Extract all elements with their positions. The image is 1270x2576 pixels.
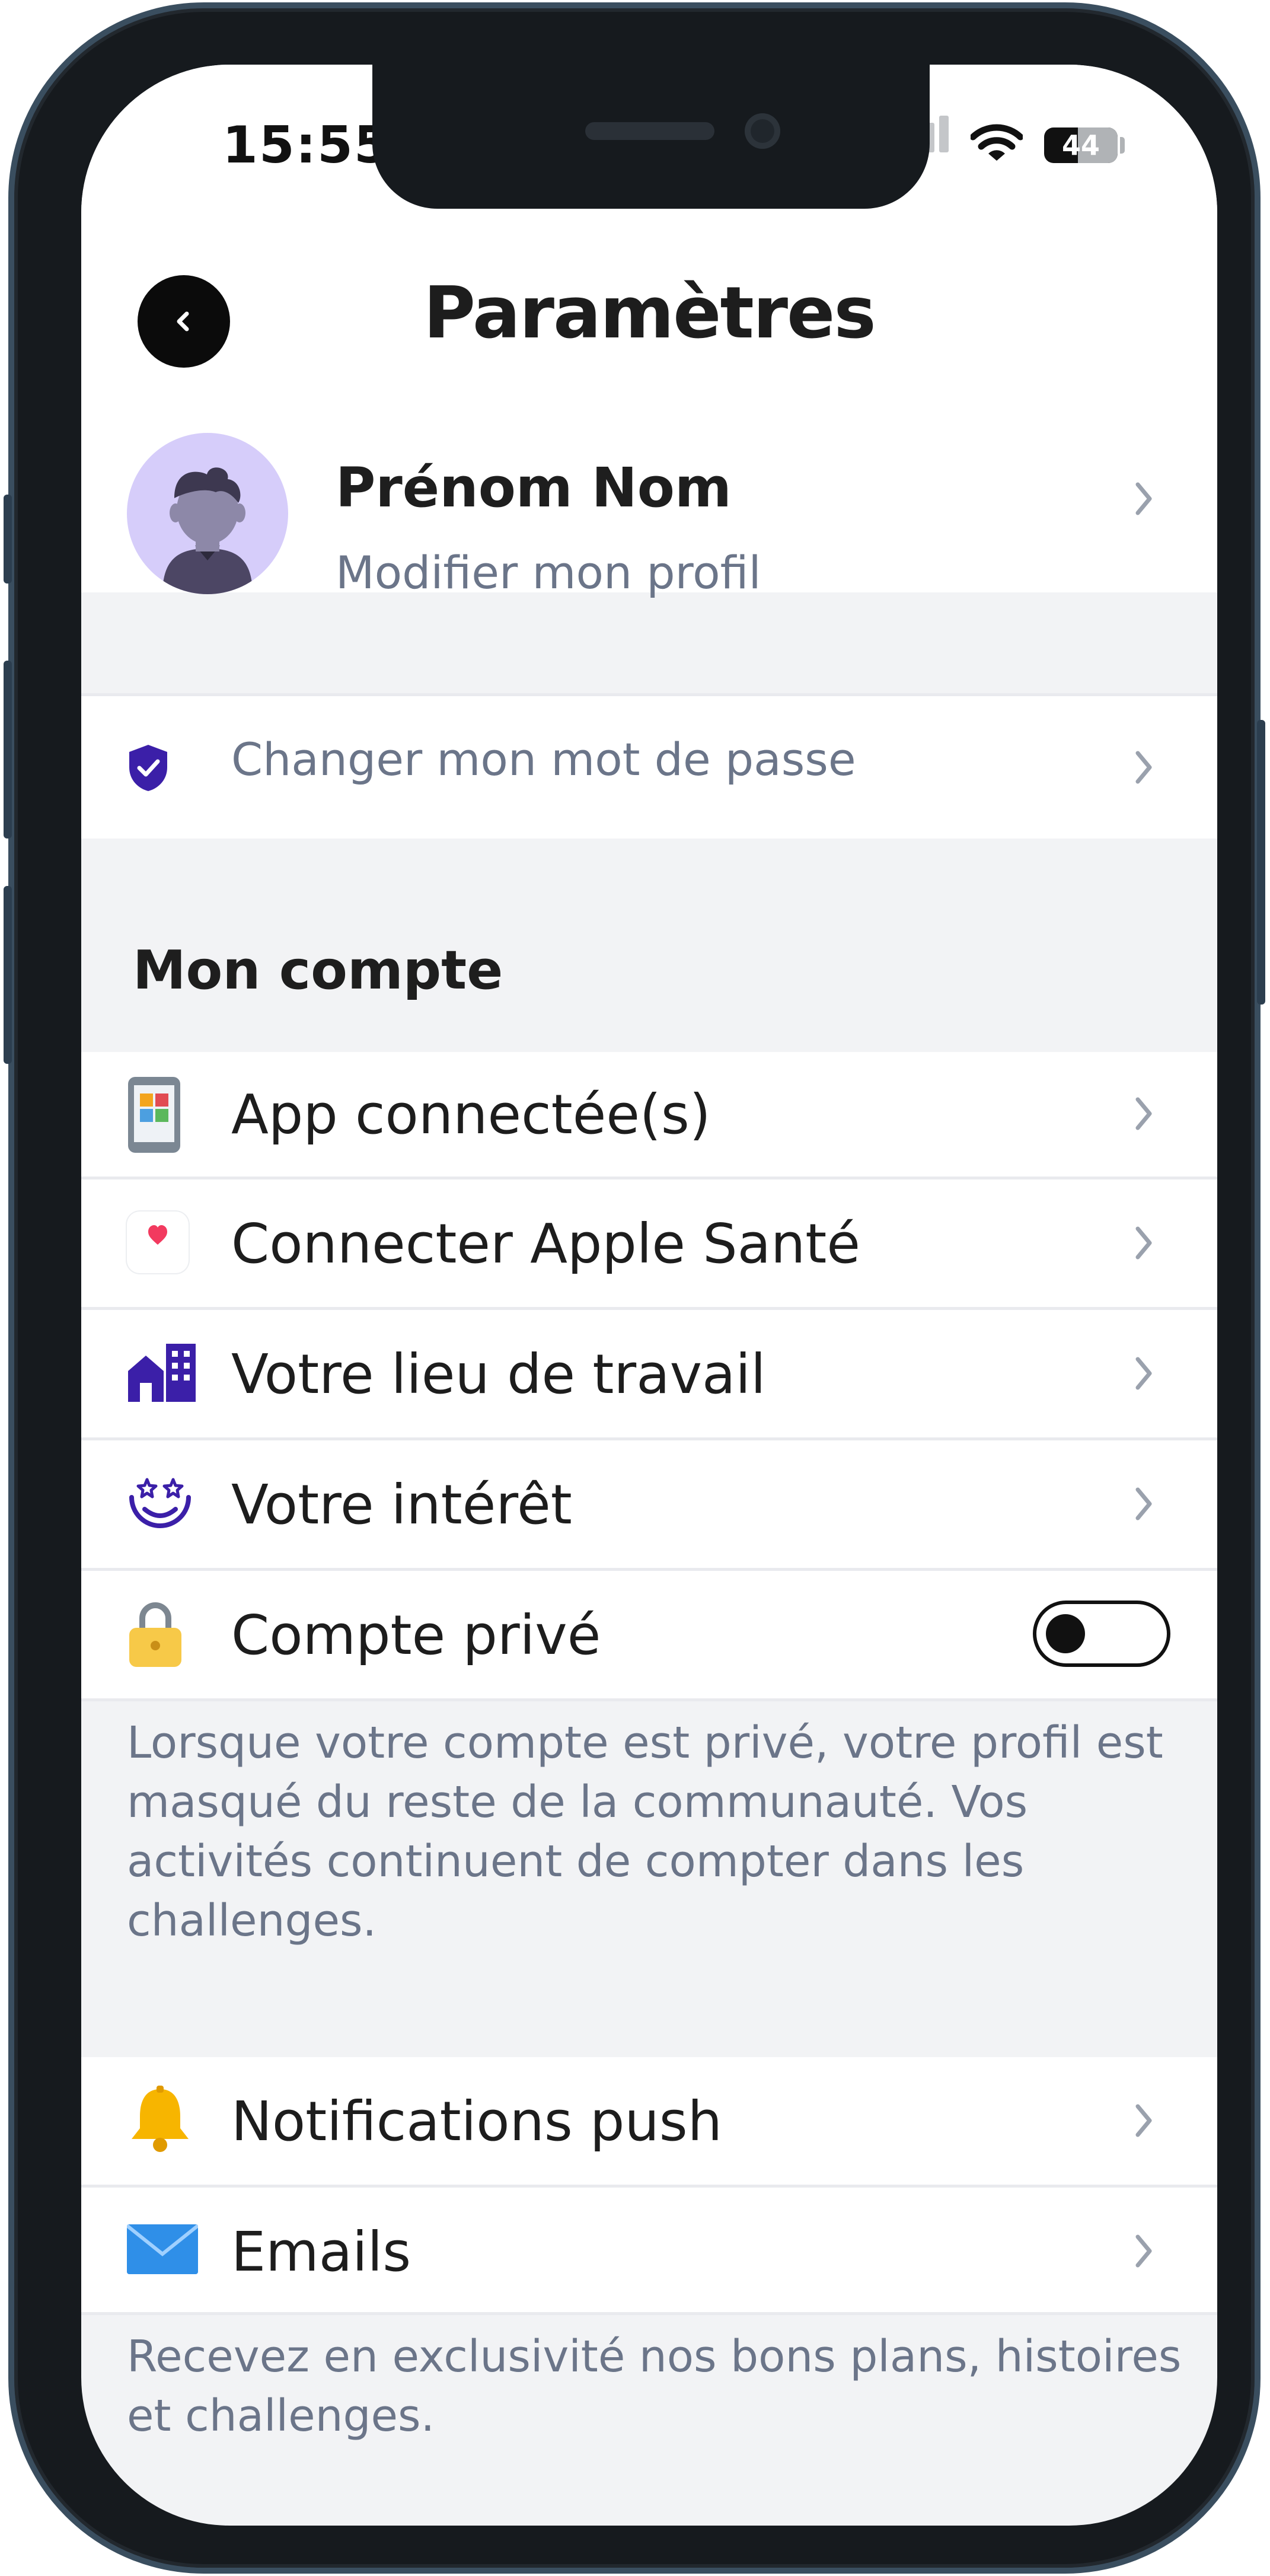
interest-label: Votre intérêt: [231, 1473, 572, 1536]
shield-icon: [129, 745, 167, 791]
chevron-right-icon: [1135, 2234, 1152, 2268]
section-title-mon-compte: Mon compte: [133, 939, 503, 1002]
header: Paramètres: [81, 207, 1217, 409]
divider: [81, 1698, 1217, 1701]
profile-row[interactable]: Prénom Nom Modifier mon profil: [81, 409, 1217, 599]
emails-label: Emails: [231, 2220, 411, 2284]
private-account-note: Lorsque votre compte est privé, votre pr…: [127, 1717, 1163, 1946]
workplace-row[interactable]: Votre lieu de travail: [81, 1310, 1217, 1437]
power-button: [1257, 720, 1265, 1005]
apple-health-row[interactable]: Connecter Apple Santé: [81, 1179, 1217, 1307]
battery-icon: 44: [1044, 127, 1118, 163]
edit-profile-link: Modifier mon profil: [336, 546, 761, 599]
battery-cap: [1120, 137, 1125, 154]
bell-icon: [132, 2086, 189, 2152]
push-notifications-row[interactable]: Notifications push: [81, 2057, 1217, 2185]
apple-health-icon: [127, 1212, 189, 1273]
profile-name: Prénom Nom: [336, 456, 732, 519]
connected-apps-label: App connectée(s): [231, 1083, 711, 1146]
push-notifications-label: Notifications push: [231, 2090, 722, 2153]
lock-icon: [129, 1602, 181, 1667]
private-account-label: Compte privé: [231, 1603, 601, 1667]
connected-apps-row[interactable]: App connectée(s): [81, 1052, 1217, 1177]
toggle-knob: [1046, 1614, 1085, 1653]
screen: 15:55 44 Paramètres Prénom Nom Modifier …: [81, 65, 1217, 2526]
notch: [372, 65, 930, 209]
workplace-label: Votre lieu de travail: [231, 1343, 766, 1406]
chevron-right-icon: [1135, 2104, 1152, 2137]
avatar: [127, 433, 288, 594]
private-account-toggle[interactable]: [1033, 1601, 1170, 1667]
chevron-right-icon: [1135, 1226, 1152, 1260]
user-avatar-icon: [162, 467, 253, 594]
envelope-icon: [127, 2224, 198, 2274]
connected-app-icon: [128, 1077, 180, 1153]
settings-content: Paramètres Prénom Nom Modifier mon profi…: [81, 207, 1217, 2441]
change-password-row[interactable]: Changer mon mot de passe: [81, 696, 1217, 839]
chevron-right-icon: [1135, 1097, 1152, 1130]
chevron-right-icon: [1135, 482, 1152, 515]
change-password-label: Changer mon mot de passe: [231, 733, 856, 786]
emails-note: Recevez en exclusivité nos bons plans, h…: [127, 2331, 1182, 2441]
battery-level: 44: [1061, 129, 1100, 161]
emails-row[interactable]: Emails: [81, 2188, 1217, 2312]
speaker-grille: [585, 122, 714, 140]
front-camera: [745, 113, 780, 149]
interest-icon: [129, 1478, 191, 1528]
divider: [81, 2312, 1217, 2315]
wifi-icon: [969, 124, 1024, 165]
silent-switch: [4, 495, 12, 584]
page-title: Paramètres: [423, 272, 876, 355]
volume-down-button: [4, 886, 12, 1064]
chevron-right-icon: [1135, 1357, 1152, 1390]
chevron-right-icon: [1135, 1487, 1152, 1520]
private-account-row: Compte privé: [81, 1571, 1217, 1698]
workplace-icon: [128, 1344, 196, 1402]
phone-frame: 15:55 44 Paramètres Prénom Nom Modifier …: [4, 2, 1265, 2574]
status-time: 15:55: [222, 116, 391, 175]
volume-up-button: [4, 661, 12, 839]
chevron-right-icon: [1135, 751, 1152, 784]
interest-row[interactable]: Votre intérêt: [81, 1440, 1217, 1568]
apple-health-label: Connecter Apple Santé: [231, 1212, 860, 1276]
